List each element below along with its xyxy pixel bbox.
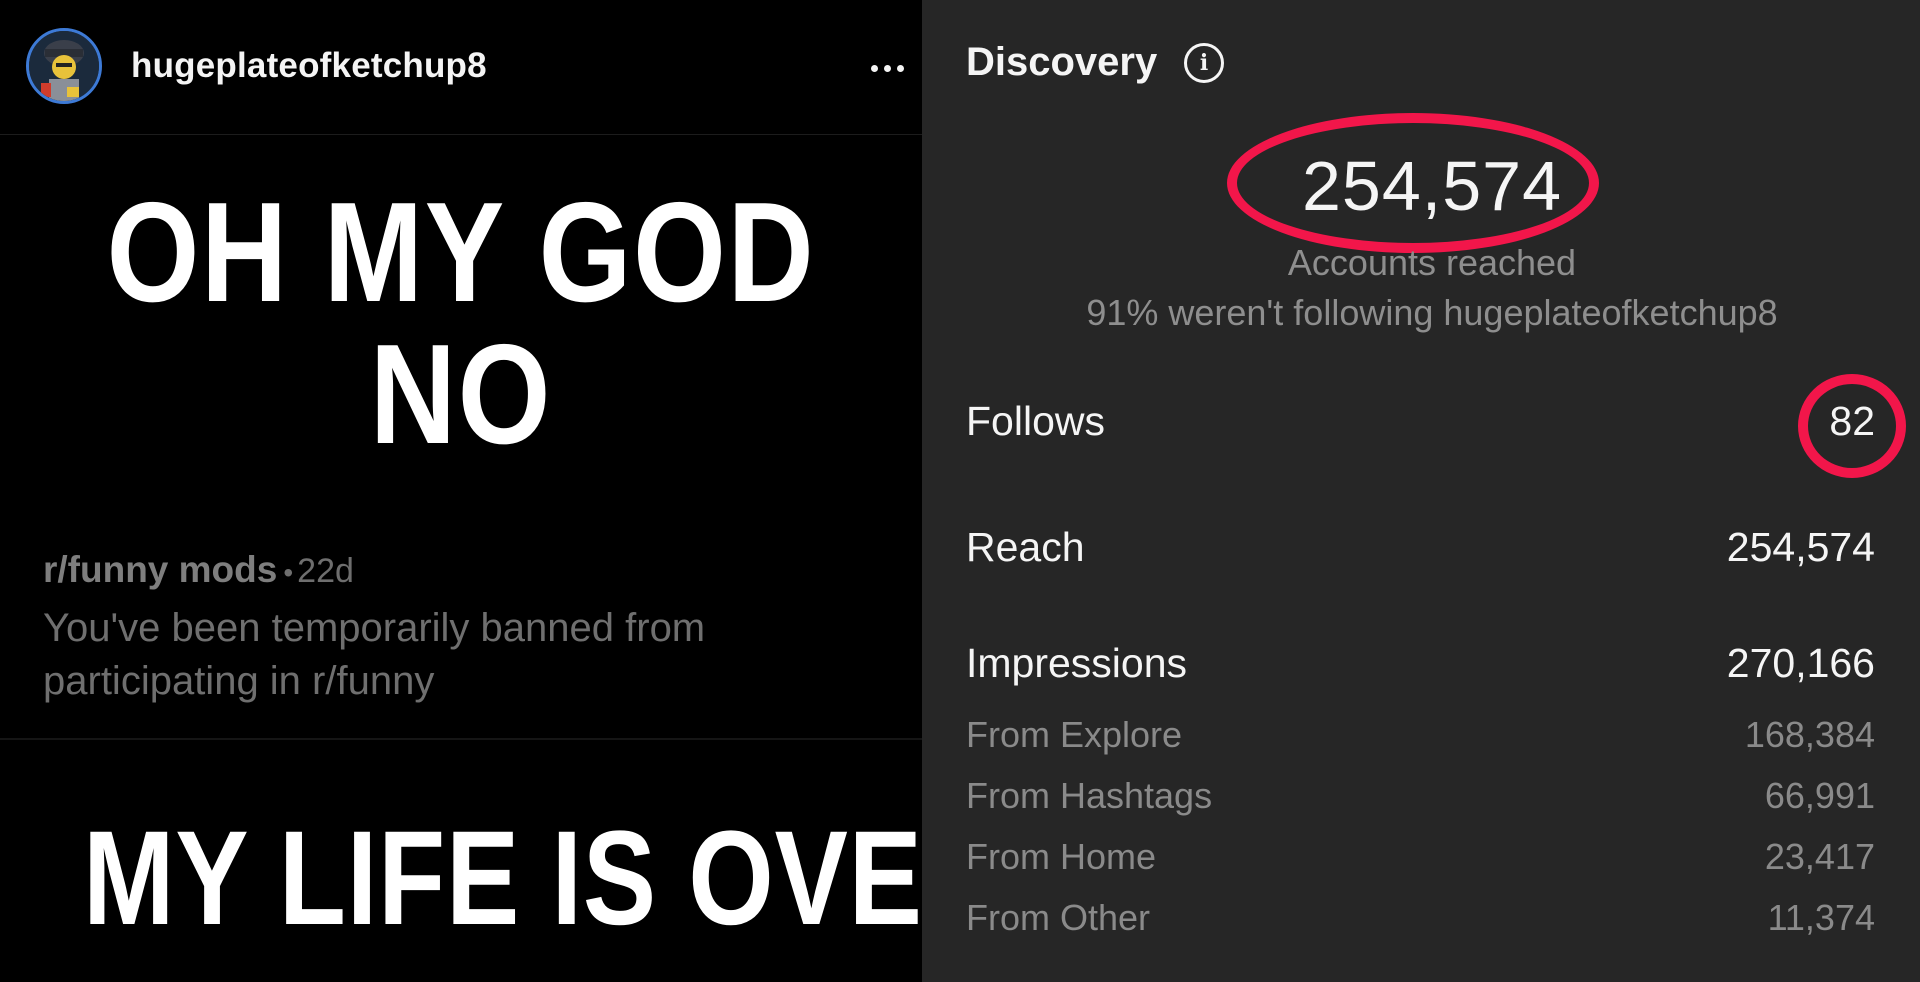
source-hashtags-label: From Hashtags [966,775,1213,816]
lego-figure-avatar-icon[interactable] [26,28,102,104]
impressions-label: Impressions [966,640,1188,686]
discovery-title: Discovery [966,40,1158,84]
post-header: hugeplateofketchup8 [0,0,922,135]
reach-value: 254,574 [1726,524,1875,570]
notification-message-line: You've been temporarily banned from [43,606,706,650]
accounts-reached-label: Accounts reached [1287,242,1577,283]
notification-title: r/funny mods [43,549,278,590]
non-followers-text: 91% weren't following hugeplateofketchup… [1086,292,1778,333]
impressions-value: 270,166 [1726,640,1875,686]
highlight-circle [1227,113,1599,253]
source-other-label: From Other [966,897,1151,938]
notification-header: r/funny mods • 22d [43,549,354,591]
meme-bottom-caption: MY LIFE IS OVER. [82,804,922,953]
notification-message-line: participating in r/funny [43,659,435,703]
source-hashtags-value: 66,991 [1764,775,1875,816]
source-other-value: 11,374 [1767,897,1875,938]
meme-top-caption: OH MY GOD NO [106,173,816,474]
source-home-label: From Home [966,836,1157,877]
post-username[interactable]: hugeplateofketchup8 [131,46,487,86]
instagram-post: hugeplateofketchup8 OH MY GOD NO r/funny… [0,0,922,982]
insights-panel: Discovery i 254,574 Accounts reached 91%… [922,0,1920,982]
more-options-icon[interactable] [862,50,912,86]
notification-separator: • [283,557,294,588]
notification-time: 22d [297,552,354,590]
divider [0,738,922,740]
source-explore-value: 168,384 [1744,714,1875,755]
screenshot-root: hugeplateofketchup8 OH MY GOD NO r/funny… [0,0,1920,982]
reach-label: Reach [966,524,1085,570]
notification-message: You've been temporarily banned from part… [43,602,883,708]
highlight-circle [1798,374,1906,478]
source-explore-label: From Explore [966,714,1183,755]
follows-label: Follows [966,398,1105,444]
info-icon[interactable]: i [1184,43,1224,83]
source-home-value: 23,417 [1764,836,1875,877]
